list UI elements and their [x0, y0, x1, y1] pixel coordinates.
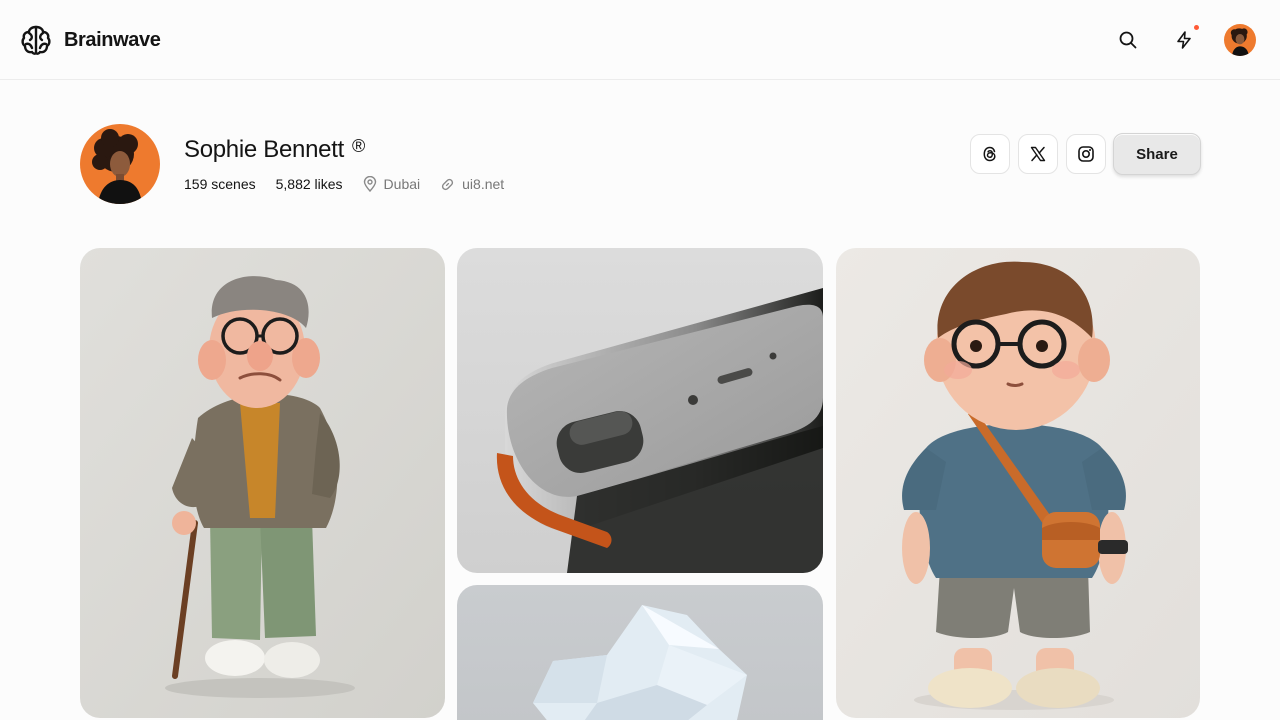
- profile-name: Sophie Bennett: [184, 136, 344, 163]
- instagram-icon: [1078, 146, 1094, 162]
- notifications-button[interactable]: [1164, 20, 1204, 60]
- top-bar: Brainwave: [0, 0, 1280, 80]
- search-button[interactable]: [1108, 20, 1148, 60]
- profile-stats: 159 scenes 5,882 likes Dubai ui8.net: [184, 174, 524, 194]
- gallery-card-boy[interactable]: [836, 248, 1200, 718]
- share-button[interactable]: Share: [1113, 133, 1201, 175]
- gallery-card-crystal[interactable]: [457, 585, 823, 720]
- brand[interactable]: Brainwave: [20, 24, 161, 56]
- website[interactable]: ui8.net: [440, 176, 504, 192]
- search-icon: [1119, 31, 1137, 49]
- instagram-button[interactable]: [1066, 134, 1106, 174]
- registered-mark: ®: [351, 135, 366, 156]
- gallery-card-device[interactable]: [457, 248, 823, 573]
- crystal-render-image: [457, 585, 823, 720]
- notification-dot: [1194, 25, 1199, 30]
- link-icon: [442, 178, 454, 190]
- x-icon: [1030, 146, 1046, 162]
- gallery-card-old-man[interactable]: [80, 248, 445, 718]
- location-text: Dubai: [383, 176, 421, 192]
- website-link[interactable]: ui8.net: [462, 176, 504, 192]
- likes-count: 5,882 likes: [275, 176, 343, 192]
- profile-avatar-image: [80, 124, 160, 204]
- old-man-figure-image: [80, 248, 445, 718]
- profile-avatar: [80, 124, 160, 204]
- profile-name-row: Sophie Bennett ®: [184, 134, 365, 166]
- threads-button[interactable]: [970, 134, 1010, 174]
- boy-figure-image: [836, 248, 1200, 718]
- device-render-image: [457, 248, 823, 573]
- lightning-icon: [1177, 31, 1191, 49]
- location-pin-icon: [363, 176, 376, 192]
- user-avatar[interactable]: [1224, 24, 1256, 56]
- brain-logo-icon: [21, 25, 51, 55]
- threads-icon: [983, 146, 996, 162]
- avatar-image: [1224, 24, 1256, 56]
- brand-name: Brainwave: [64, 28, 161, 51]
- x-button[interactable]: [1018, 134, 1058, 174]
- location: Dubai: [363, 176, 421, 192]
- scenes-count: 159 scenes: [184, 176, 256, 192]
